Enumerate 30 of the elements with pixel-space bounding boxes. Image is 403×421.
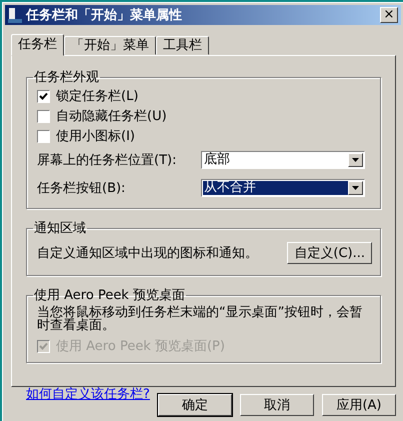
description-text: 自定义通知区域中出现的图标和通知。 [37, 245, 258, 262]
checkbox[interactable] [37, 130, 50, 142]
tab[interactable]: 工具栏 [156, 36, 209, 55]
checkbox[interactable] [37, 110, 50, 122]
dropdown[interactable]: 底部 [201, 151, 365, 169]
group-title: 任务栏外观 [33, 69, 100, 86]
dropdown[interactable]: 从不合并 [201, 179, 365, 197]
taskbar-icon [8, 7, 22, 23]
dialog-button[interactable]: 确定 [158, 394, 232, 416]
checkbox-label: 自动隐藏任务栏(U) [56, 108, 167, 125]
window-title: 任务栏和「开始」菜单属性 [26, 7, 183, 24]
group-title: 使用 Aero Peek 预览桌面 [33, 287, 186, 304]
tab[interactable]: 任务栏 [11, 34, 64, 56]
dialog-button[interactable]: 取消 [240, 394, 314, 416]
checkbox-label: 使用 Aero Peek 预览桌面(P) [56, 338, 225, 355]
tab[interactable]: 「开始」菜单 [64, 36, 156, 55]
customize-button[interactable]: 自定义(C)... [287, 242, 372, 264]
checkbox-label: 锁定任务栏(L) [56, 88, 138, 105]
dialog-button[interactable]: 应用(A) [322, 394, 396, 416]
checkmark-icon [39, 92, 48, 100]
dropdown-value: 从不合并 [203, 181, 348, 195]
checkbox-label: 使用小图标(I) [56, 128, 135, 145]
dropdown-label: 任务栏按钮(B): [37, 180, 126, 197]
checkmark-icon [39, 342, 48, 350]
checkbox[interactable] [37, 90, 50, 102]
help-link[interactable]: 如何自定义该任务栏? [26, 385, 150, 403]
group-title: 通知区域 [33, 220, 87, 237]
description-text: 当您将鼠标移动到任务栏末端的“显示桌面”按钮时，会暂时查看桌面。 [37, 304, 364, 335]
dropdown-label: 屏幕上的任务栏位置(T): [37, 152, 178, 169]
close-button[interactable]: × [380, 7, 398, 23]
